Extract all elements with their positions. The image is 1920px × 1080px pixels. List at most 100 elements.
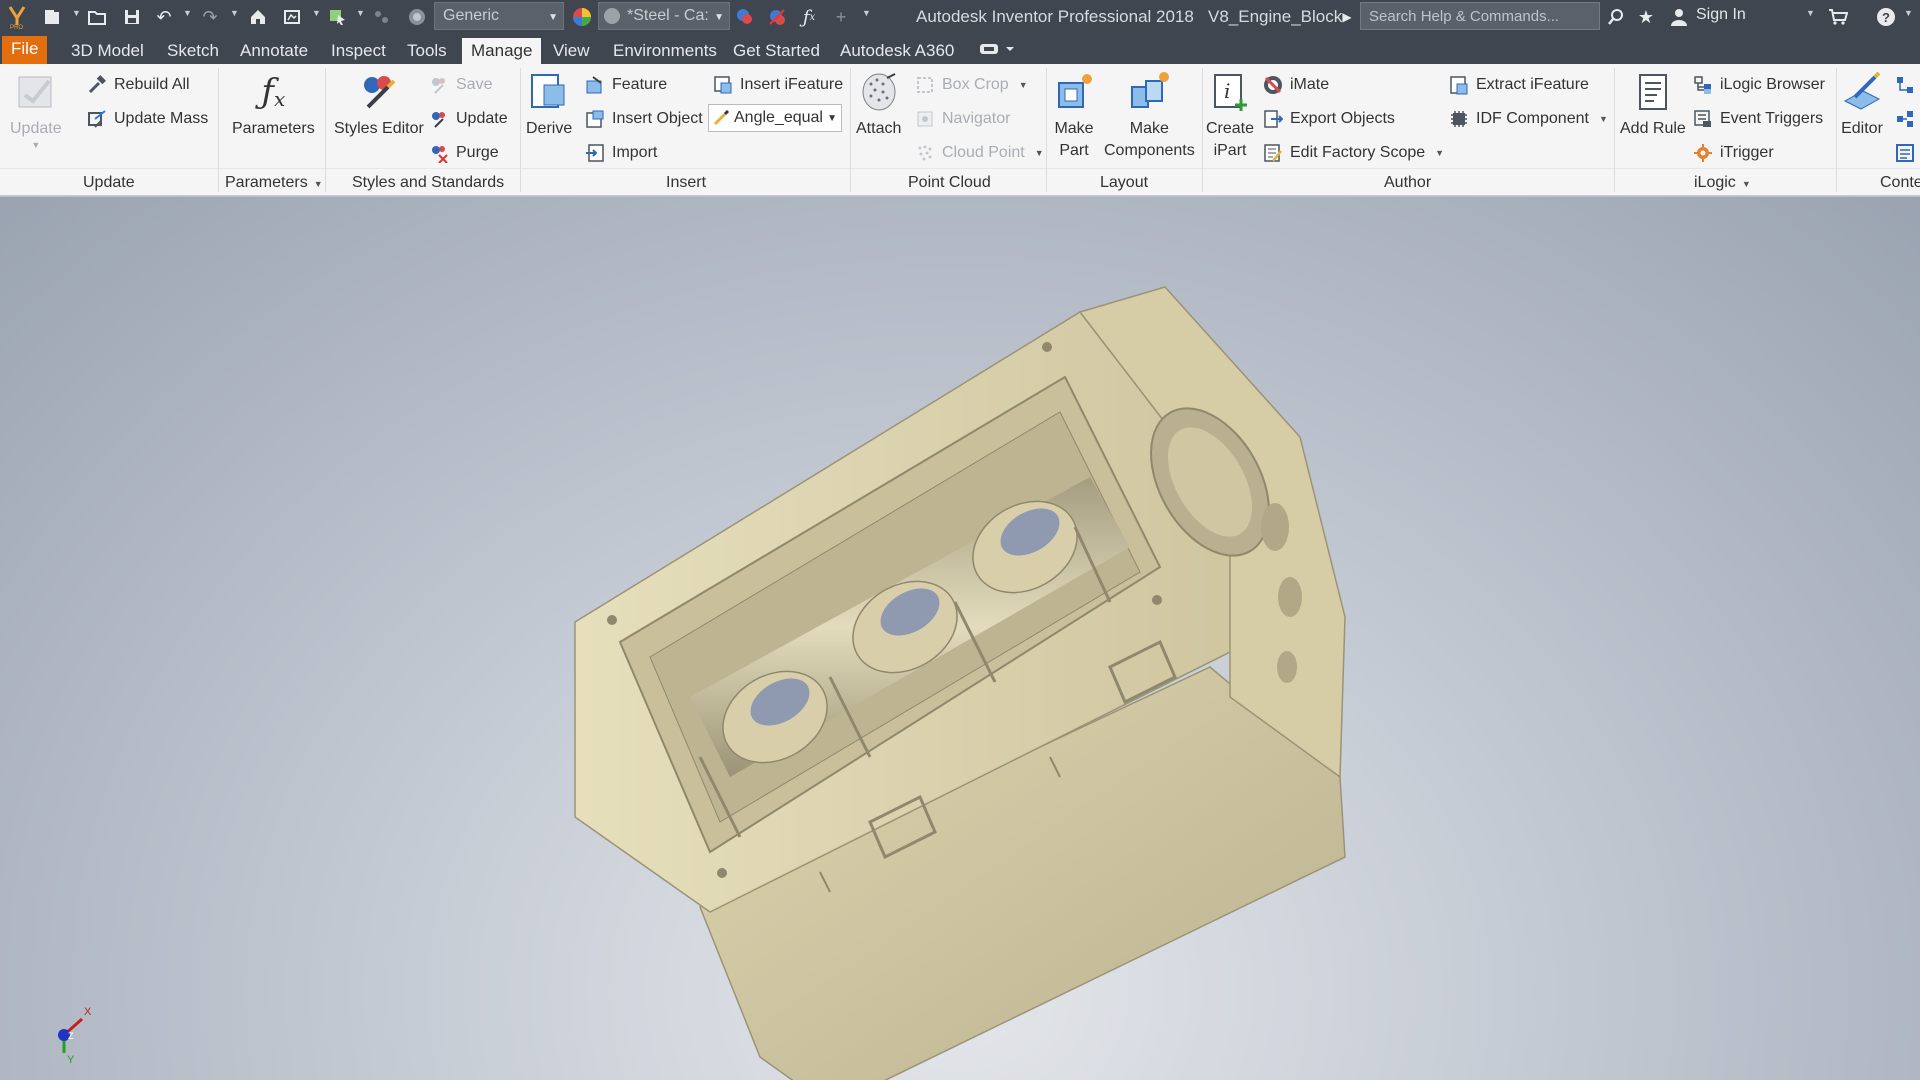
tab-3d-model[interactable]: 3D Model [62, 38, 153, 64]
derive-label: Derive [526, 120, 573, 137]
add-rule-button[interactable]: Add Rule [1620, 70, 1686, 140]
ilogic-title-label: iLogic [1694, 174, 1736, 191]
content-center-button-2[interactable] [1894, 106, 1920, 132]
content-link-icon [1894, 108, 1916, 130]
insert-ifeature-button[interactable]: Insert iFeature [712, 72, 843, 98]
material-combo[interactable]: *Steel - Ca: ▼ [598, 2, 730, 30]
panel-title-ilogic[interactable]: iLogic ▼ [1694, 174, 1751, 192]
new-icon[interactable] [40, 5, 64, 29]
globe-icon[interactable] [405, 5, 429, 29]
itrigger-button[interactable]: iTrigger [1692, 140, 1774, 166]
edit-factory-scope-button[interactable]: Edit Factory Scope ▼ [1262, 140, 1444, 166]
ribbon-panel: Update ▼ Rebuild All Update Mass Update … [0, 64, 1920, 196]
measure-icon[interactable]: + [828, 5, 854, 29]
help-icon[interactable]: ? [1874, 5, 1898, 29]
feature-button[interactable]: Feature [584, 72, 667, 98]
engine-block-model[interactable] [0, 197, 1920, 1080]
home-icon[interactable] [246, 5, 270, 29]
angle-equal-combo[interactable]: Angle_equal ▼ [708, 104, 842, 132]
parameters-title-label: Parameters [225, 174, 308, 191]
project-icon[interactable] [280, 5, 304, 29]
panel-title-update: Update [83, 174, 135, 191]
panel-separator [325, 68, 326, 192]
derive-button[interactable]: Derive [526, 70, 572, 140]
export-objects-button[interactable]: Export Objects [1262, 106, 1395, 132]
cart-icon[interactable] [1826, 5, 1850, 29]
project-dropdown-icon[interactable]: ▼ [312, 8, 321, 18]
color-wheel-icon[interactable] [568, 5, 596, 29]
imate-button[interactable]: iMate [1262, 72, 1329, 98]
search-input[interactable]: Search Help & Commands... [1360, 2, 1600, 30]
sign-in-dropdown-icon[interactable]: ▼ [1806, 8, 1815, 18]
customize-dropdown-icon[interactable]: ▼ [862, 8, 871, 18]
make-part-button[interactable]: Make Part [1052, 70, 1096, 162]
ilogic-browser-button[interactable]: iLogic Browser [1692, 72, 1825, 98]
tab-inspect[interactable]: Inspect [322, 38, 395, 64]
navigator-button[interactable]: Navigator [914, 106, 1010, 132]
content-center-button-3[interactable] [1894, 140, 1920, 166]
tab-manage[interactable]: Manage [462, 38, 542, 64]
graphics-viewport[interactable]: X Y Z [0, 197, 1920, 1080]
select-dropdown-icon[interactable]: ▼ [356, 8, 365, 18]
tab-view[interactable]: View [544, 38, 599, 64]
tab-autodesk-a360[interactable]: Autodesk A360 [831, 38, 963, 64]
undo-icon[interactable]: ↶ [152, 5, 176, 29]
update-mass-icon [86, 108, 108, 130]
view-triad-icon[interactable]: X Y Z [50, 995, 100, 1065]
search-icon[interactable] [1604, 5, 1628, 29]
tab-tools[interactable]: Tools [398, 38, 456, 64]
tab-sketch[interactable]: Sketch [158, 38, 228, 64]
import-button[interactable]: Import [584, 140, 657, 166]
event-triggers-button[interactable]: Event Triggers [1692, 106, 1823, 132]
tab-get-started[interactable]: Get Started [724, 38, 829, 64]
save-icon[interactable] [120, 5, 144, 29]
make-components-label-line1: Make [1129, 120, 1169, 137]
insert-object-button[interactable]: Insert Object [584, 106, 703, 132]
parameters-button[interactable]: ƒx Parameters [232, 70, 315, 140]
panel-title-parameters[interactable]: Parameters ▼ [225, 174, 323, 192]
attach-button[interactable]: Attach [856, 70, 901, 140]
create-ipart-button[interactable]: i Create iPart [1206, 70, 1254, 162]
update-mass-button[interactable]: Update Mass [86, 106, 208, 132]
select-icon[interactable] [326, 5, 350, 29]
redo-dropdown-icon[interactable]: ▼ [230, 8, 239, 18]
appearance-combo[interactable]: Generic ▼ [434, 2, 564, 30]
open-icon[interactable] [86, 5, 110, 29]
idf-component-button[interactable]: IDF Component ▼ [1448, 106, 1608, 132]
add-rule-label: Add Rule [1620, 120, 1686, 137]
new-dropdown-icon[interactable]: ▼ [72, 8, 81, 18]
panel-title-author: Author [1384, 174, 1432, 191]
redo-icon[interactable]: ↷ [198, 5, 222, 29]
user-icon[interactable] [1668, 5, 1690, 29]
sign-in-button[interactable]: Sign In [1696, 6, 1746, 24]
expand-arrow-icon[interactable]: ▶ [1340, 5, 1354, 29]
undo-dropdown-icon[interactable]: ▼ [183, 8, 192, 18]
color-dots-icon[interactable] [370, 5, 394, 29]
make-components-label-line2: Components [1104, 142, 1195, 159]
itrigger-label: iTrigger [1720, 144, 1774, 161]
cloud-point-button[interactable]: Cloud Point ▼ [914, 140, 1044, 166]
tab-environments[interactable]: Environments [604, 38, 726, 64]
purge-button[interactable]: Purge [428, 140, 499, 166]
editor-button[interactable]: Editor [1840, 70, 1884, 140]
box-crop-button[interactable]: Box Crop ▼ [914, 72, 1028, 98]
content-center-button-1[interactable] [1894, 72, 1920, 98]
help-dropdown-icon[interactable]: ▼ [1904, 8, 1913, 18]
svg-text:?: ? [1882, 10, 1890, 25]
update-styles-button[interactable]: Update [428, 106, 508, 132]
fx-icon[interactable]: ƒx [796, 5, 822, 29]
tab-annotate[interactable]: Annotate [231, 38, 317, 64]
update-dropdown-icon[interactable]: ▼ [31, 140, 40, 150]
update-button[interactable]: Update ▼ [10, 70, 62, 150]
create-ipart-label-line1: Create [1206, 120, 1255, 137]
extract-ifeature-button[interactable]: Extract iFeature [1448, 72, 1589, 98]
material-icon[interactable] [732, 5, 758, 29]
favorites-icon[interactable]: ★ [1634, 5, 1658, 29]
rebuild-all-button[interactable]: Rebuild All [86, 72, 190, 98]
save-styles-button[interactable]: Save [428, 72, 492, 98]
clear-override-icon[interactable] [764, 5, 790, 29]
app-logo-icon[interactable]: PRO [4, 5, 30, 30]
make-components-button[interactable]: Make Components [1104, 70, 1195, 162]
tab-file[interactable]: File [2, 36, 48, 64]
styles-editor-button[interactable]: Styles Editor [334, 70, 424, 140]
